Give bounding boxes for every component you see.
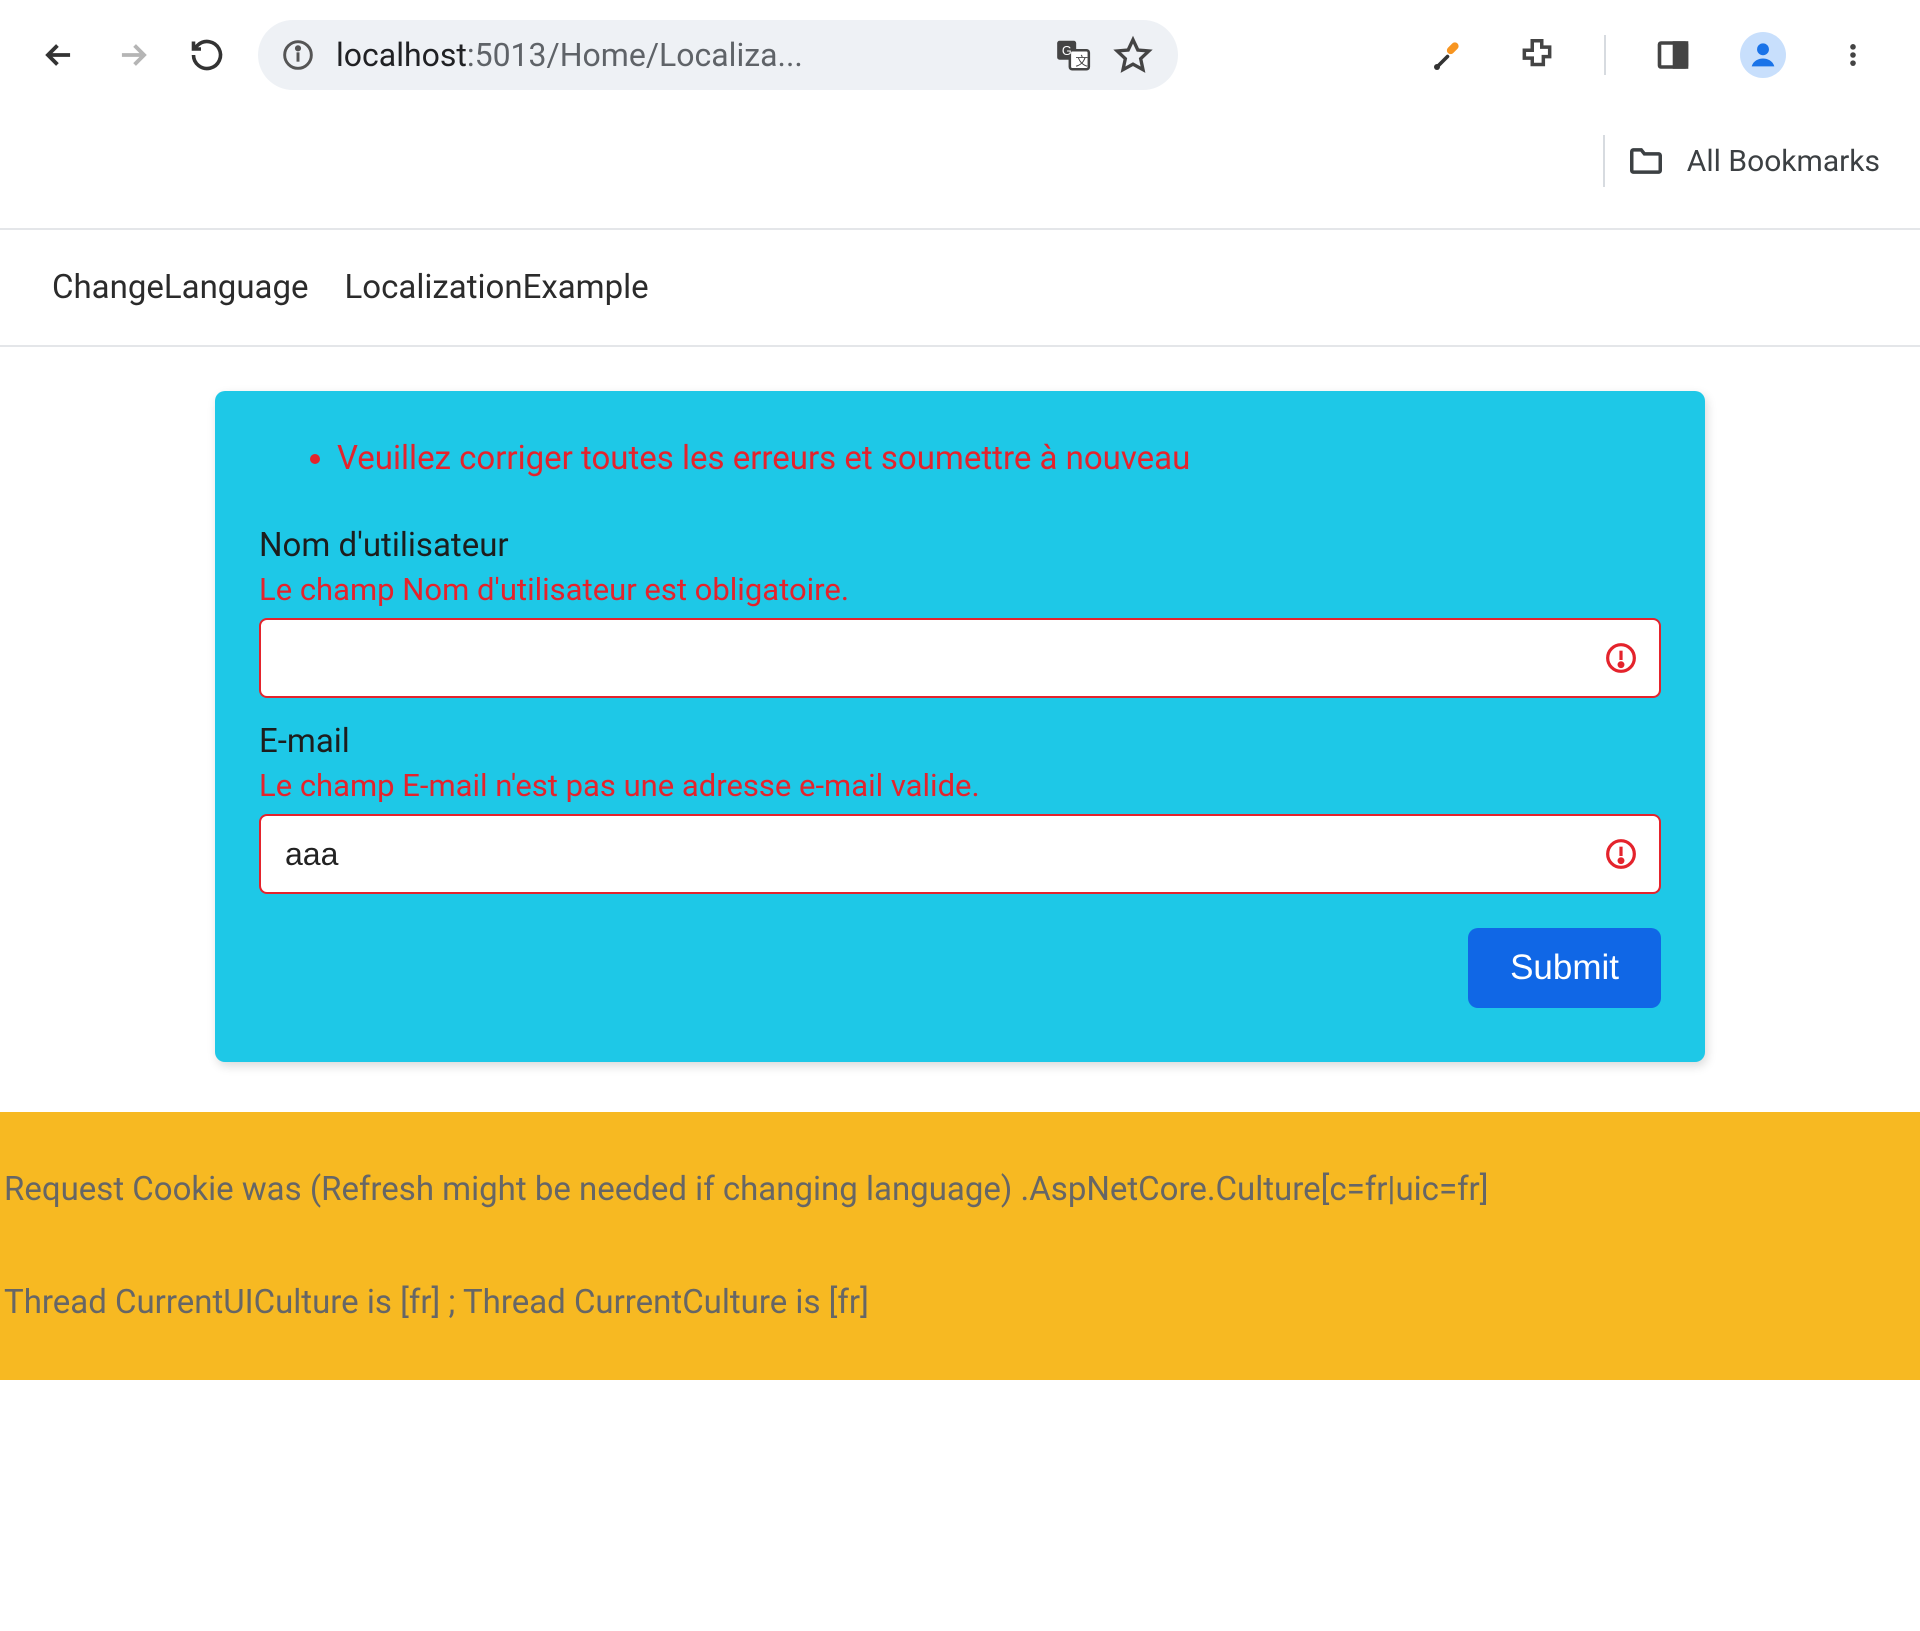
page-body: Veuillez corriger toutes les erreurs et … bbox=[0, 347, 1920, 1380]
validation-summary: Veuillez corriger toutes les erreurs et … bbox=[259, 439, 1661, 478]
kebab-menu-icon[interactable] bbox=[1832, 34, 1874, 76]
debug-panel: Request Cookie was (Refresh might be nee… bbox=[0, 1112, 1920, 1380]
username-error: Le champ Nom d'utilisateur est obligatoi… bbox=[259, 571, 1661, 608]
debug-culture-line: Thread CurrentUICulture is [fr] ; Thread… bbox=[4, 1283, 1916, 1322]
form-group-email: E-mail Le champ E-mail n'est pas une adr… bbox=[259, 722, 1661, 894]
side-panel-icon[interactable] bbox=[1652, 34, 1694, 76]
email-input[interactable] bbox=[259, 814, 1661, 894]
site-nav: ChangeLanguage LocalizationExample bbox=[0, 230, 1920, 347]
email-label: E-mail bbox=[259, 722, 1661, 761]
browser-toolbar: localhost:5013/Home/Localiza... G文 bbox=[0, 0, 1920, 110]
bookmarks-bar: All Bookmarks bbox=[0, 110, 1920, 230]
folder-icon bbox=[1625, 140, 1667, 182]
eyedropper-extension-icon[interactable] bbox=[1428, 34, 1470, 76]
all-bookmarks-link[interactable]: All Bookmarks bbox=[1687, 144, 1880, 179]
form-card: Veuillez corriger toutes les erreurs et … bbox=[215, 391, 1705, 1062]
forward-button[interactable] bbox=[110, 32, 156, 78]
profile-avatar[interactable] bbox=[1740, 32, 1786, 78]
form-actions: Submit bbox=[259, 928, 1661, 1008]
toolbar-divider bbox=[1604, 35, 1606, 75]
svg-text:G: G bbox=[1062, 44, 1072, 58]
url-text: localhost:5013/Home/Localiza... bbox=[336, 36, 1034, 74]
email-error: Le champ E-mail n'est pas une adresse e-… bbox=[259, 767, 1661, 804]
toolbar-right bbox=[1428, 32, 1884, 78]
svg-text:文: 文 bbox=[1075, 54, 1088, 68]
site-info-icon[interactable] bbox=[278, 35, 318, 75]
bookmark-star-icon[interactable] bbox=[1112, 34, 1154, 76]
validation-summary-item: Veuillez corriger toutes les erreurs et … bbox=[337, 439, 1661, 478]
address-bar[interactable]: localhost:5013/Home/Localiza... G文 bbox=[258, 20, 1178, 90]
debug-cookie-line: Request Cookie was (Refresh might be nee… bbox=[4, 1170, 1916, 1209]
error-icon bbox=[1603, 836, 1639, 872]
username-input[interactable] bbox=[259, 618, 1661, 698]
form-group-username: Nom d'utilisateur Le champ Nom d'utilisa… bbox=[259, 526, 1661, 698]
url-path: :5013/Home/Localiza... bbox=[467, 36, 803, 74]
back-button[interactable] bbox=[36, 32, 82, 78]
username-label: Nom d'utilisateur bbox=[259, 526, 1661, 565]
translate-icon[interactable]: G文 bbox=[1052, 34, 1094, 76]
nav-change-language[interactable]: ChangeLanguage bbox=[52, 268, 309, 307]
url-host: localhost bbox=[336, 36, 467, 74]
nav-localization-example[interactable]: LocalizationExample bbox=[345, 268, 649, 307]
submit-button[interactable]: Submit bbox=[1468, 928, 1661, 1008]
error-icon bbox=[1603, 640, 1639, 676]
bookmarks-divider bbox=[1603, 135, 1605, 187]
extensions-icon[interactable] bbox=[1516, 34, 1558, 76]
reload-button[interactable] bbox=[184, 32, 230, 78]
